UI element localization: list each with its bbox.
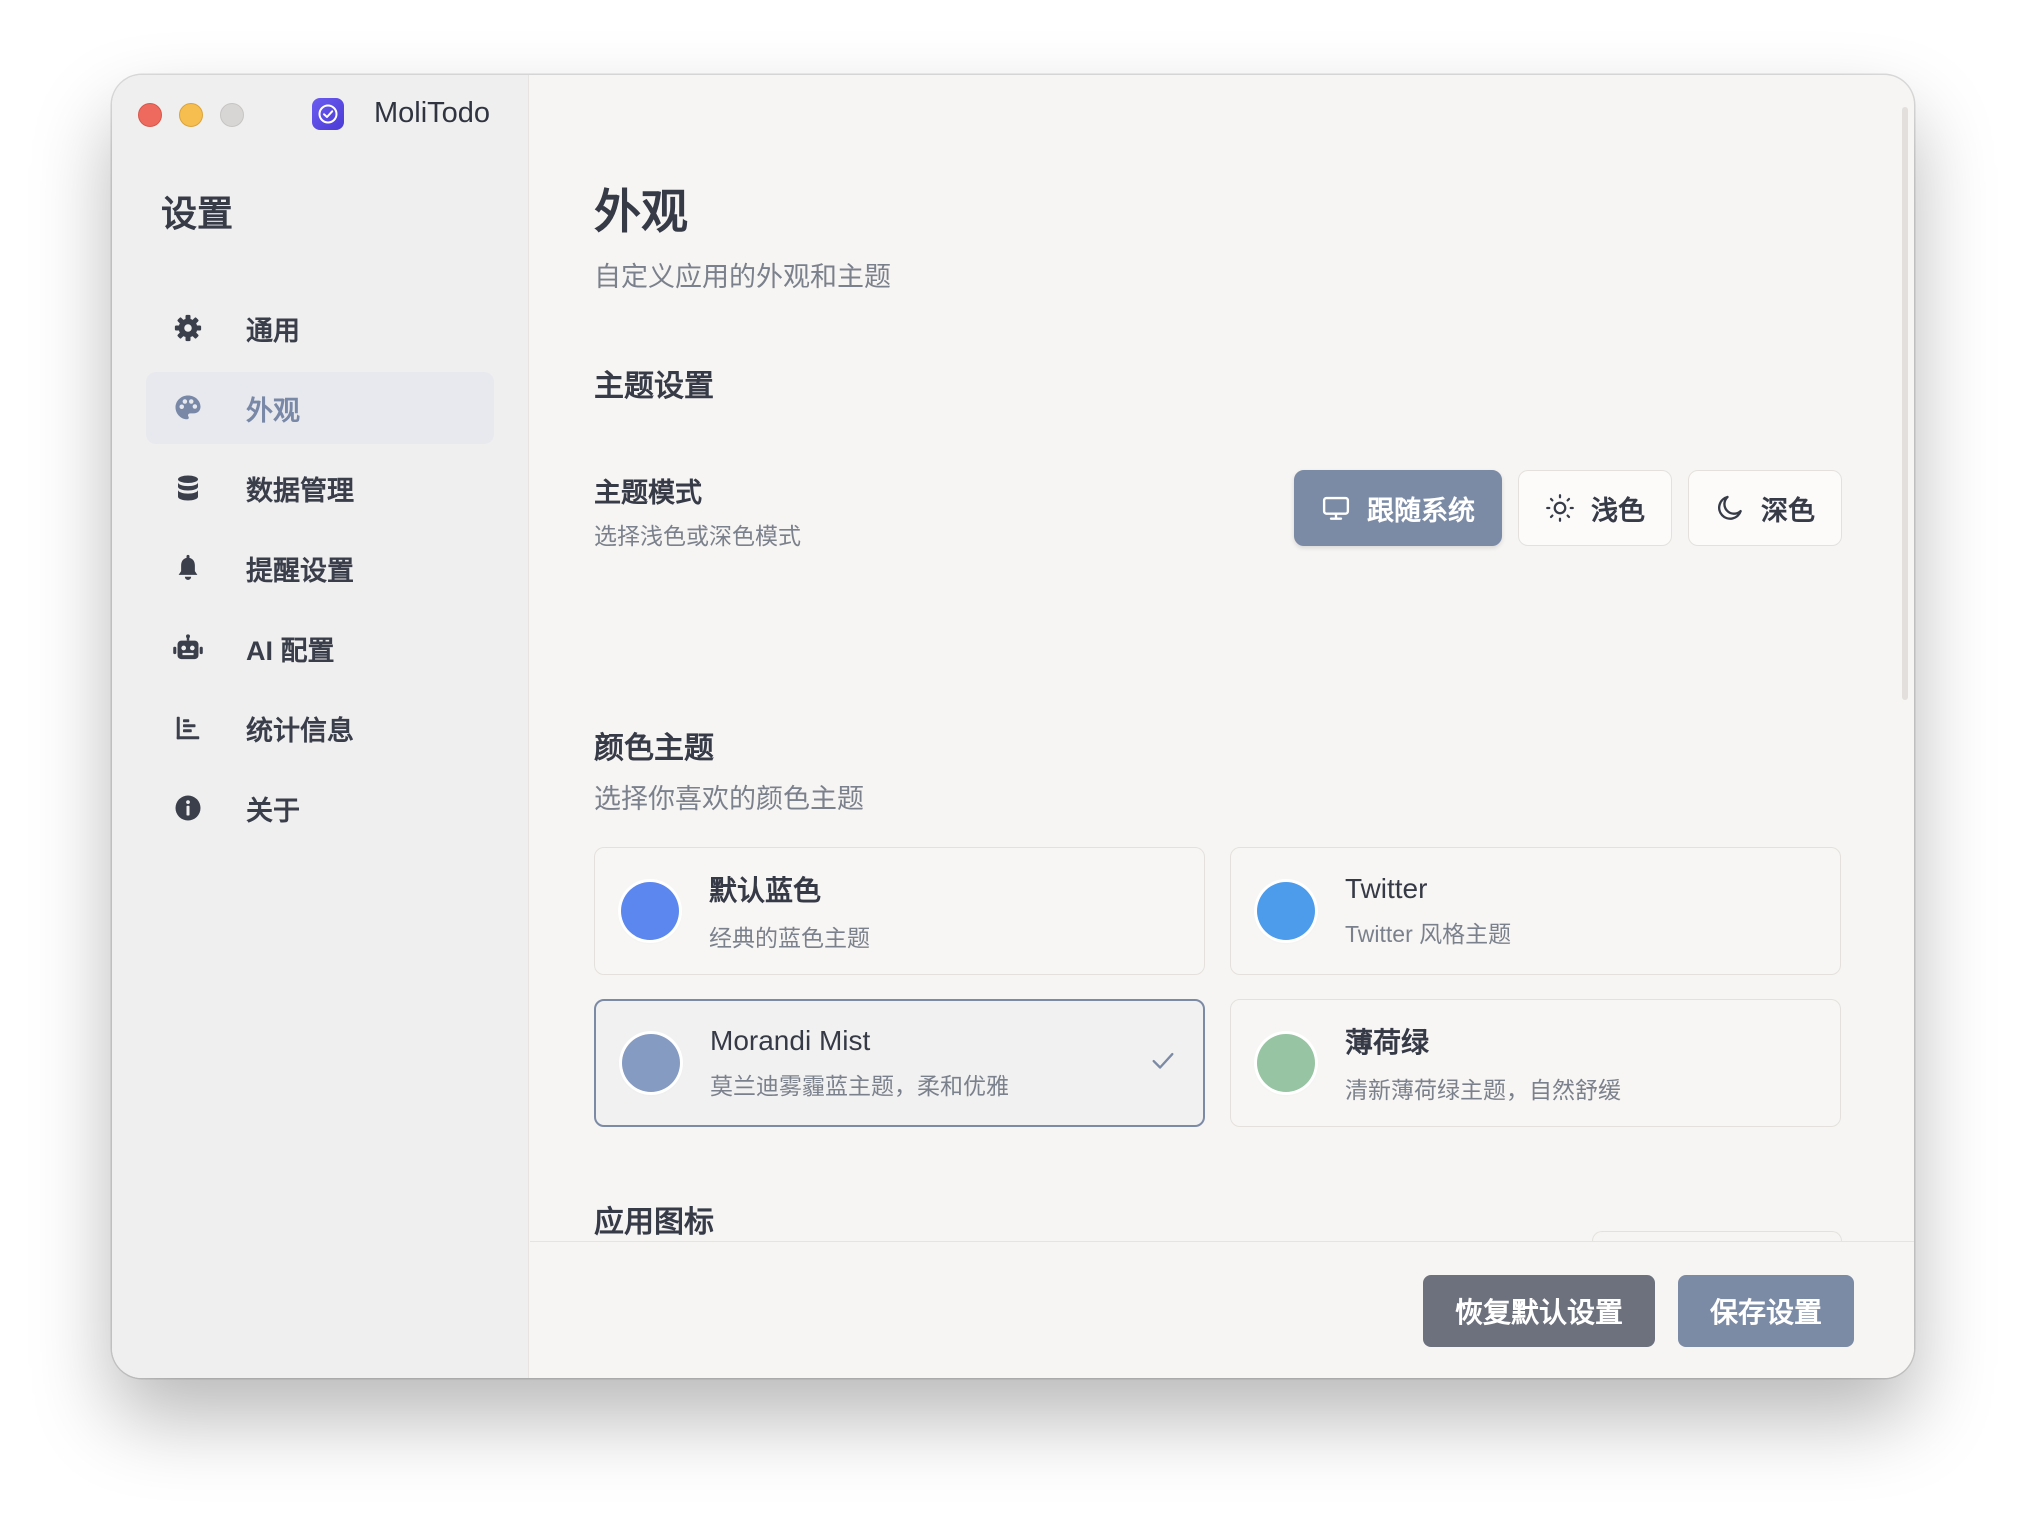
mode-light-label: 浅色 [1591,495,1645,526]
check-icon [1149,1047,1177,1080]
theme-mode-selector: 跟随系统 浅色 深色 [1294,470,1842,546]
theme-name: 薄荷绿 [1345,1027,1430,1058]
theme-name: Morandi Mist [710,1025,871,1056]
monitor-icon [1322,496,1350,520]
app-name: MoliTodo [374,97,491,129]
settings-window: MoliTodo 设置 通用 外观 数据管理 提醒设置 AI 配置 统计信息 关… [112,75,1914,1378]
scrollbar[interactable] [1902,107,1908,700]
sidebar-item-ai-config[interactable]: AI 配置 [146,612,494,684]
color-theme-title: 颜色主题 [594,732,714,765]
mode-system-label: 跟随系统 [1367,495,1475,526]
theme-mode-description: 选择浅色或深色模式 [594,523,801,549]
sidebar-item-label: 提醒设置 [246,555,354,586]
mode-system-button[interactable]: 跟随系统 [1294,470,1502,546]
theme-swatch [1257,882,1315,940]
bell-icon [170,550,206,586]
info-icon [170,790,206,826]
sidebar-item-statistics[interactable]: 统计信息 [146,692,494,764]
app-logo-icon [312,97,344,130]
settings-footer: 恢复默认设置 保存设置 [530,1241,1914,1378]
theme-mode-label: 主题模式 [594,478,702,508]
save-settings-button[interactable]: 保存设置 [1678,1275,1854,1347]
theme-card-text: 薄荷绿 清新薄荷绿主题，自然舒缓 [1345,1021,1621,1105]
zoom-window-button[interactable] [220,103,244,127]
theme-card-text: Twitter Twitter 风格主题 [1345,873,1511,949]
sidebar-title: 设置 [161,193,234,234]
close-window-button[interactable] [138,103,162,127]
sidebar-item-reminders[interactable]: 提醒设置 [146,532,494,604]
theme-swatch [621,882,679,940]
mode-light-button[interactable]: 浅色 [1518,470,1672,546]
app-title: MoliTodo [312,97,490,130]
theme-settings-title: 主题设置 [594,370,714,403]
sidebar-item-label: AI 配置 [246,635,335,666]
appearance-settings-panel: 外观 自定义应用的外观和主题 主题设置 主题模式 选择浅色或深色模式 跟随系统 [530,75,1914,1378]
theme-description: 清新薄荷绿主题，自然舒缓 [1345,1077,1621,1103]
reset-defaults-button[interactable]: 恢复默认设置 [1423,1275,1655,1347]
sidebar-item-label: 通用 [246,315,300,346]
sidebar-item-label: 外观 [246,395,300,426]
settings-nav: 通用 外观 数据管理 提醒设置 AI 配置 统计信息 关于 [146,292,494,852]
robot-icon [170,630,206,666]
sidebar-item-general[interactable]: 通用 [146,292,494,364]
theme-description: Twitter 风格主题 [1345,921,1512,947]
sidebar: MoliTodo 设置 通用 外观 数据管理 提醒设置 AI 配置 统计信息 关… [112,75,529,1378]
theme-description: 经典的蓝色主题 [709,925,870,951]
sidebar-item-data-management[interactable]: 数据管理 [146,452,494,524]
theme-name: 默认蓝色 [709,875,822,906]
sidebar-item-appearance[interactable]: 外观 [146,372,494,444]
theme-card-twitter[interactable]: Twitter Twitter 风格主题 [1230,847,1841,975]
app-icon-title: 应用图标 [594,1206,714,1239]
moon-icon [1718,495,1742,520]
theme-swatch [1257,1034,1315,1092]
sidebar-item-label: 关于 [246,795,300,826]
theme-card-morandi-mist[interactable]: Morandi Mist 莫兰迪雾霾蓝主题，柔和优雅 [594,999,1205,1127]
sidebar-item-label: 数据管理 [246,475,354,506]
page-title: 外观 [594,185,688,238]
theme-card-default-blue[interactable]: 默认蓝色 经典的蓝色主题 [594,847,1205,975]
page-subtitle: 自定义应用的外观和主题 [594,262,891,292]
sidebar-item-label: 统计信息 [246,715,354,746]
chart-icon [170,710,206,746]
mode-dark-label: 深色 [1761,495,1815,526]
palette-icon [170,390,206,426]
color-theme-description: 选择你喜欢的颜色主题 [594,784,864,814]
theme-card-mint-green[interactable]: 薄荷绿 清新薄荷绿主题，自然舒缓 [1230,999,1841,1127]
mode-dark-button[interactable]: 深色 [1688,470,1842,546]
theme-description: 莫兰迪雾霾蓝主题，柔和优雅 [710,1073,1009,1099]
theme-card-text: 默认蓝色 经典的蓝色主题 [709,869,870,953]
sidebar-item-about[interactable]: 关于 [146,772,494,844]
minimize-window-button[interactable] [179,103,203,127]
database-icon [170,470,206,506]
theme-swatch [622,1034,680,1092]
window-controls [138,103,244,127]
gear-icon [170,310,206,346]
sun-icon [1546,494,1574,522]
app-icon-option-partial [1592,1231,1842,1241]
theme-name: Twitter [1345,873,1428,904]
theme-card-text: Morandi Mist 莫兰迪雾霾蓝主题，柔和优雅 [710,1025,1009,1101]
